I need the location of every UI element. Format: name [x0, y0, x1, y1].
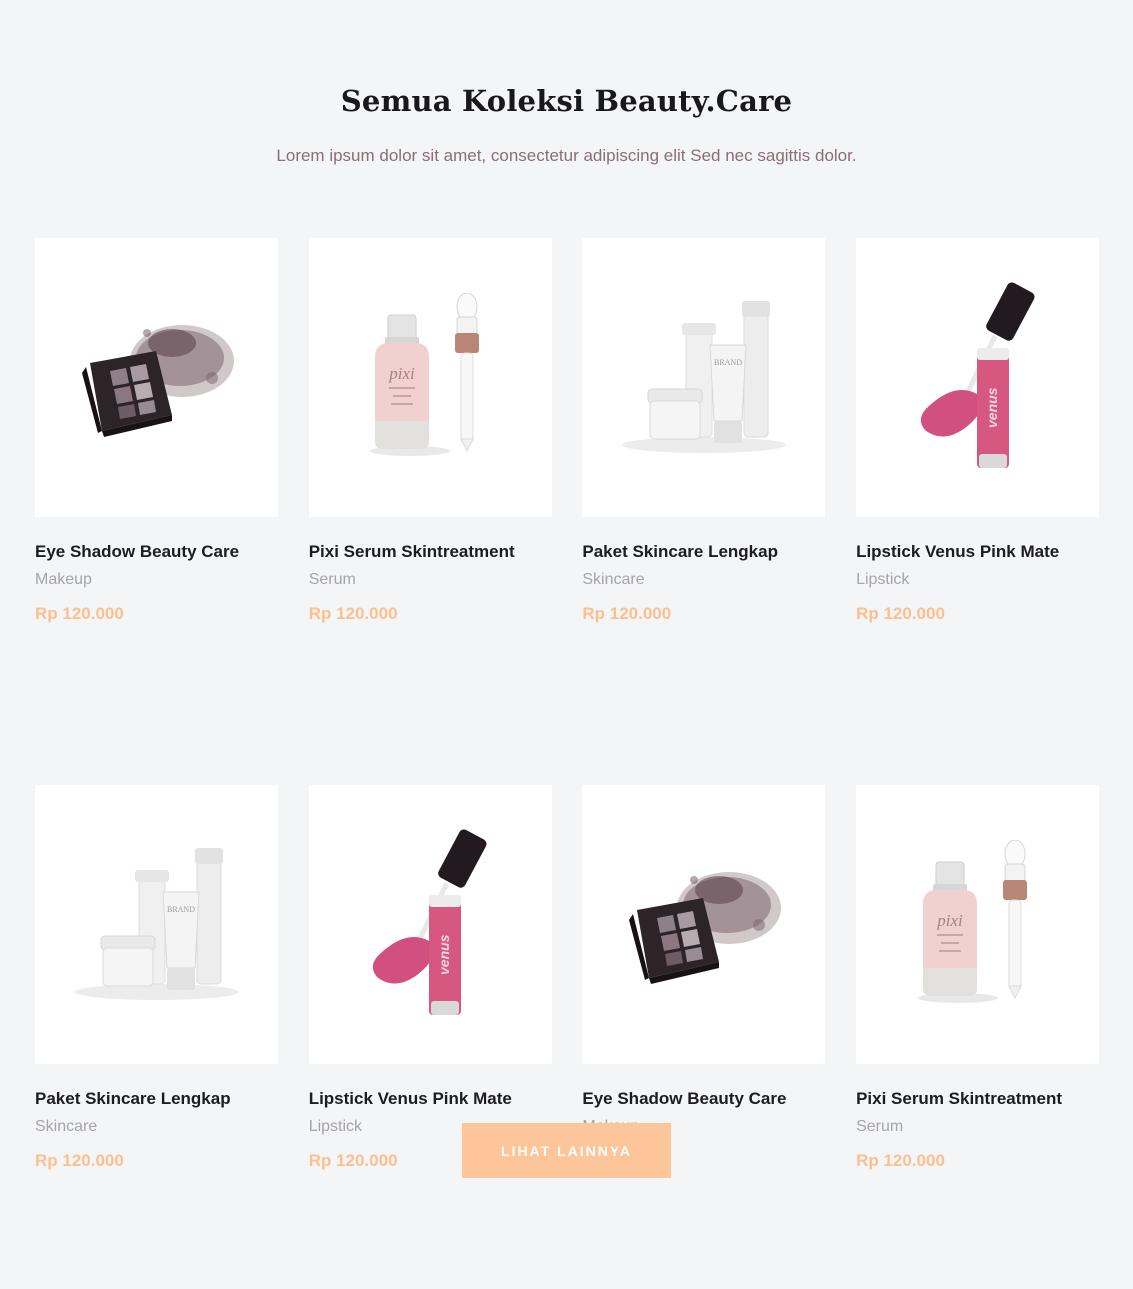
product-card[interactable]: venus Lipstick Venus Pink Mate Lipstick Rp… — [308, 785, 552, 1171]
lipgloss-brand: venus — [984, 387, 1000, 428]
serum-bottle-icon[interactable]: pixi — [308, 238, 552, 517]
product-card[interactable]: pixi Pixi Serum Skintreatment Serum Rp 120… — [308, 238, 552, 624]
lip-gloss-icon[interactable]: venus — [856, 238, 1100, 517]
lipgloss-brand: venus — [436, 934, 452, 975]
product-price: Rp 120.000 — [856, 604, 945, 623]
section-subtitle: Lorem ipsum dolor sit amet, consectetur … — [276, 146, 857, 165]
product-card[interactable]: BRAND Paket Skincare Lengkap Skincare Rp 1… — [35, 785, 278, 1171]
serum-bottle-icon[interactable]: pixi — [856, 785, 1100, 1064]
product-name[interactable]: Eye Shadow Beauty Care — [582, 1089, 825, 1109]
product-card[interactable]: Eye Shadow Beauty CareMakeupRp 120.000 — [582, 785, 826, 1171]
product-price: Rp 120.000 — [35, 604, 124, 623]
skincare-set-icon[interactable]: BRAND — [35, 785, 278, 1064]
product-category: Serum — [308, 571, 356, 588]
product-card[interactable]: pixi Pixi Serum Skintreatment Serum Rp 120… — [856, 785, 1100, 1171]
product-name[interactable]: Pixi Serum Skintreatment — [309, 542, 552, 562]
product-price: Rp 120.000 — [308, 604, 398, 623]
skincare-set-icon[interactable]: BRAND — [582, 238, 826, 517]
product-grid: Eye Shadow Beauty Care Makeup Rp 120.000 p… — [35, 238, 1100, 1171]
product-name[interactable]: Pixi Serum Skintreatment — [856, 1089, 1099, 1109]
see-more-button[interactable]: LIHAT LAINNYA — [462, 1123, 671, 1178]
skincare-brand: BRAND — [166, 905, 194, 914]
eyeshadow-palette-icon[interactable] — [582, 785, 826, 1064]
product-category: Makeup — [35, 571, 92, 588]
product-name[interactable]: Paket Skincare Lengkap — [582, 542, 825, 562]
product-category: Serum — [856, 1118, 904, 1135]
product-card[interactable]: Eye Shadow Beauty Care Makeup Rp 120.000 — [35, 238, 278, 624]
eyeshadow-palette-icon[interactable] — [35, 238, 278, 517]
product-name[interactable]: Lipstick Venus Pink Mate — [856, 542, 1099, 562]
serum-brand: pixi — [936, 911, 963, 930]
lip-gloss-icon[interactable]: venus — [308, 785, 552, 1064]
product-name[interactable]: Eye Shadow Beauty Care — [35, 542, 278, 562]
product-price: Rp 120.000 — [35, 1151, 124, 1170]
product-category: Skincare — [35, 1118, 98, 1135]
product-card[interactable]: BRAND Paket Skincare Lengkap Skincare Rp 1… — [582, 238, 826, 624]
product-price: Rp 120.000 — [582, 604, 672, 623]
product-name[interactable]: Lipstick Venus Pink Mate — [309, 1089, 552, 1109]
product-card[interactable]: venus Lipstick Venus Pink Mate Lipstick Rp… — [856, 238, 1100, 624]
skincare-brand: BRAND — [714, 358, 742, 367]
product-price: Rp 120.000 — [856, 1151, 945, 1170]
product-name[interactable]: Paket Skincare Lengkap — [35, 1089, 278, 1109]
serum-brand: pixi — [388, 364, 415, 383]
product-category: Skincare — [582, 571, 645, 588]
section-title: Semua Koleksi Beauty.Care — [340, 84, 793, 118]
product-category: Lipstick — [856, 571, 910, 588]
